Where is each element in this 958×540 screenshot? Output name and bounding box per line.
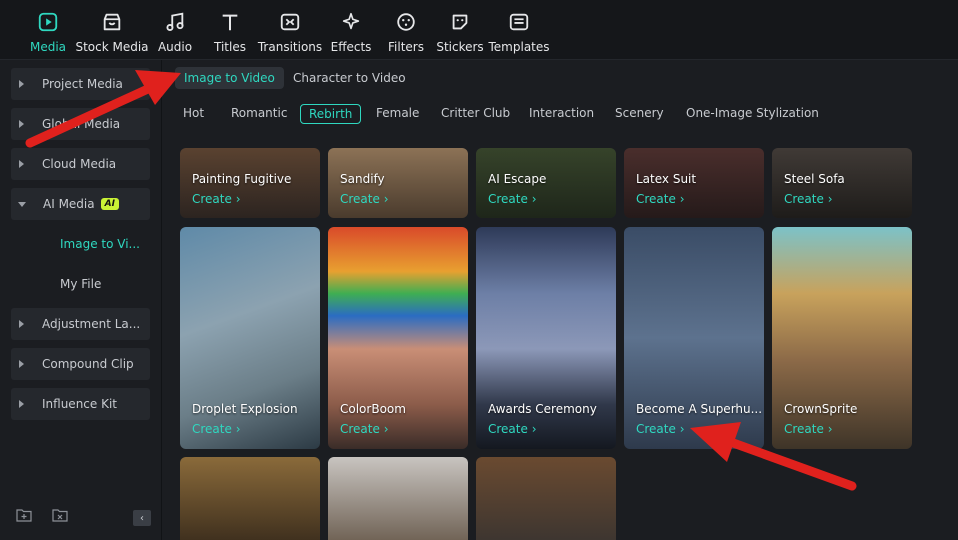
toolbar-templates[interactable]: Templates <box>489 10 550 56</box>
sidebar-item-ai-media[interactable]: AI Media AI <box>11 188 150 220</box>
caret-right-icon <box>19 160 24 168</box>
template-card[interactable]: Steel Sofa Create › <box>772 148 912 218</box>
toolbar-filters[interactable]: Filters <box>388 10 424 56</box>
toolbar-transitions[interactable]: Transitions <box>258 10 322 56</box>
toolbar-stickers[interactable]: Stickers <box>436 10 484 56</box>
category-scenery[interactable]: Scenery <box>615 104 664 124</box>
toolbar-effects[interactable]: Effects <box>331 10 371 56</box>
tab-image-to-video[interactable]: Image to Video <box>175 67 284 89</box>
create-link[interactable]: Create › <box>340 192 389 206</box>
caret-down-icon <box>18 201 26 207</box>
sidebar-bottom-actions <box>16 507 68 526</box>
new-folder-icon[interactable] <box>16 507 32 526</box>
collapse-sidebar-button[interactable]: ‹ <box>133 510 151 526</box>
create-link[interactable]: Create › <box>488 422 537 436</box>
effects-sparkle-icon <box>339 10 363 34</box>
ai-badge: AI <box>100 198 119 210</box>
title-t-icon <box>218 10 242 34</box>
tab-character-to-video[interactable]: Character to Video <box>284 67 415 89</box>
template-card[interactable]: Sandify Create › <box>328 148 468 218</box>
create-link[interactable]: Create › <box>784 422 833 436</box>
caret-right-icon <box>19 400 24 408</box>
sidebar-subitem-my-file[interactable]: My File <box>60 277 101 291</box>
main-panel: Image to Video Character to Video Hot Ro… <box>163 60 958 540</box>
category-female[interactable]: Female <box>376 104 419 124</box>
caret-right-icon <box>19 120 24 128</box>
sidebar: Project Media Global Media Cloud Media A… <box>0 60 162 540</box>
create-link[interactable]: Create › <box>784 192 833 206</box>
toolbar-stock-media[interactable]: Stock Media <box>75 10 149 56</box>
category-critter-club[interactable]: Critter Club <box>441 104 510 124</box>
sidebar-item-cloud-media[interactable]: Cloud Media <box>11 148 150 180</box>
transitions-icon <box>278 10 302 34</box>
create-link[interactable]: Create › <box>636 192 685 206</box>
caret-right-icon <box>19 320 24 328</box>
template-card[interactable]: CrownSprite Create › <box>772 227 912 449</box>
filters-icon <box>394 10 418 34</box>
templates-icon <box>507 10 531 34</box>
template-grid: Painting Fugitive Create › Sandify Creat… <box>163 148 958 540</box>
template-card[interactable]: ColorBoom Create › <box>328 227 468 449</box>
toolbar-audio[interactable]: Audio <box>157 10 193 56</box>
category-one-image-stylization[interactable]: One-Image Stylization <box>686 104 819 124</box>
media-icon <box>36 10 60 34</box>
toolbar-media[interactable]: Media <box>30 10 66 56</box>
sidebar-item-compound-clip[interactable]: Compound Clip <box>11 348 150 380</box>
caret-right-icon <box>19 360 24 368</box>
stock-media-icon <box>100 10 124 34</box>
remove-folder-icon[interactable] <box>52 507 68 526</box>
category-interaction[interactable]: Interaction <box>529 104 594 124</box>
music-note-icon <box>163 10 187 34</box>
sidebar-item-adjustment-layer[interactable]: Adjustment La... <box>11 308 150 340</box>
sidebar-item-project-media[interactable]: Project Media <box>11 68 150 100</box>
stickers-icon <box>448 10 472 34</box>
caret-right-icon <box>19 80 24 88</box>
sidebar-subitem-image-to-video[interactable]: Image to Vi... <box>60 237 140 251</box>
sidebar-item-influence-kit[interactable]: Influence Kit <box>11 388 150 420</box>
template-card[interactable]: Awards Ceremony Create › <box>476 227 616 449</box>
category-romantic[interactable]: Romantic <box>231 104 287 124</box>
create-link[interactable]: Create › <box>192 192 241 206</box>
create-link[interactable]: Create › <box>488 192 537 206</box>
top-toolbar: Media Stock Media Audio Titles Transitio… <box>0 0 958 60</box>
category-hot[interactable]: Hot <box>183 104 204 124</box>
create-link[interactable]: Create › <box>340 422 389 436</box>
template-card[interactable]: AI Escape Create › <box>476 148 616 218</box>
template-card[interactable]: Painting Fugitive Create › <box>180 148 320 218</box>
create-link[interactable]: Create › <box>636 422 685 436</box>
chevron-left-icon: ‹ <box>140 512 144 524</box>
sidebar-item-global-media[interactable]: Global Media <box>11 108 150 140</box>
create-link[interactable]: Create › <box>192 422 241 436</box>
template-card[interactable] <box>476 457 616 540</box>
template-card[interactable]: Droplet Explosion Create › <box>180 227 320 449</box>
template-card[interactable]: Latex Suit Create › <box>624 148 764 218</box>
template-card[interactable] <box>180 457 320 540</box>
toolbar-titles[interactable]: Titles <box>212 10 248 56</box>
template-card[interactable] <box>328 457 468 540</box>
template-card[interactable]: Become A Superhu... Create › <box>624 227 764 449</box>
category-rebirth[interactable]: Rebirth <box>300 104 362 124</box>
